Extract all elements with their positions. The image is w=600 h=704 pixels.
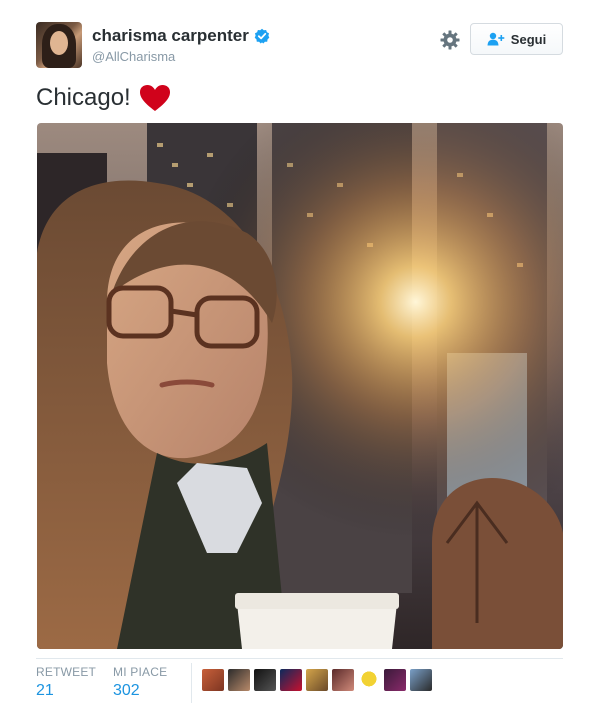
author-avatar[interactable] [36,22,82,68]
author-display-name[interactable]: charisma carpenter [92,26,249,46]
author-handle[interactable]: @AllCharisma [92,49,175,64]
tweet-text: Chicago! [36,84,171,112]
tweet-stats: RETWEET 21 MI PIACE 302 [36,658,563,703]
liker-avatar[interactable] [228,669,250,691]
author-name-row[interactable]: charisma carpenter [92,26,270,46]
tweet-photo-scene [37,123,563,649]
liker-avatar[interactable] [332,669,354,691]
liker-avatar[interactable] [358,669,380,691]
liker-avatar[interactable] [280,669,302,691]
liker-avatar[interactable] [202,669,224,691]
follow-button[interactable]: Segui [470,23,563,55]
liker-avatars [202,669,432,691]
avatar-face [50,31,68,55]
follow-button-label: Segui [510,31,547,47]
retweet-stat[interactable]: RETWEET 21 [36,665,96,700]
retweet-label: RETWEET [36,665,97,679]
heart-emoji-icon [139,85,170,111]
liker-avatar[interactable] [254,669,276,691]
likes-label: MI PIACE [113,665,168,679]
likes-count[interactable]: 302 [113,682,167,700]
verified-badge-icon [254,28,270,44]
liker-avatar[interactable] [384,669,406,691]
likes-stat[interactable]: MI PIACE 302 [113,665,167,700]
stats-divider [191,663,192,703]
gear-icon[interactable] [440,30,460,50]
retweet-count[interactable]: 21 [36,682,96,700]
tweet-text-content: Chicago! [36,84,131,111]
tweet-photo[interactable] [37,123,563,649]
follow-person-icon [487,32,505,46]
liker-avatar[interactable] [410,669,432,691]
liker-avatar[interactable] [306,669,328,691]
